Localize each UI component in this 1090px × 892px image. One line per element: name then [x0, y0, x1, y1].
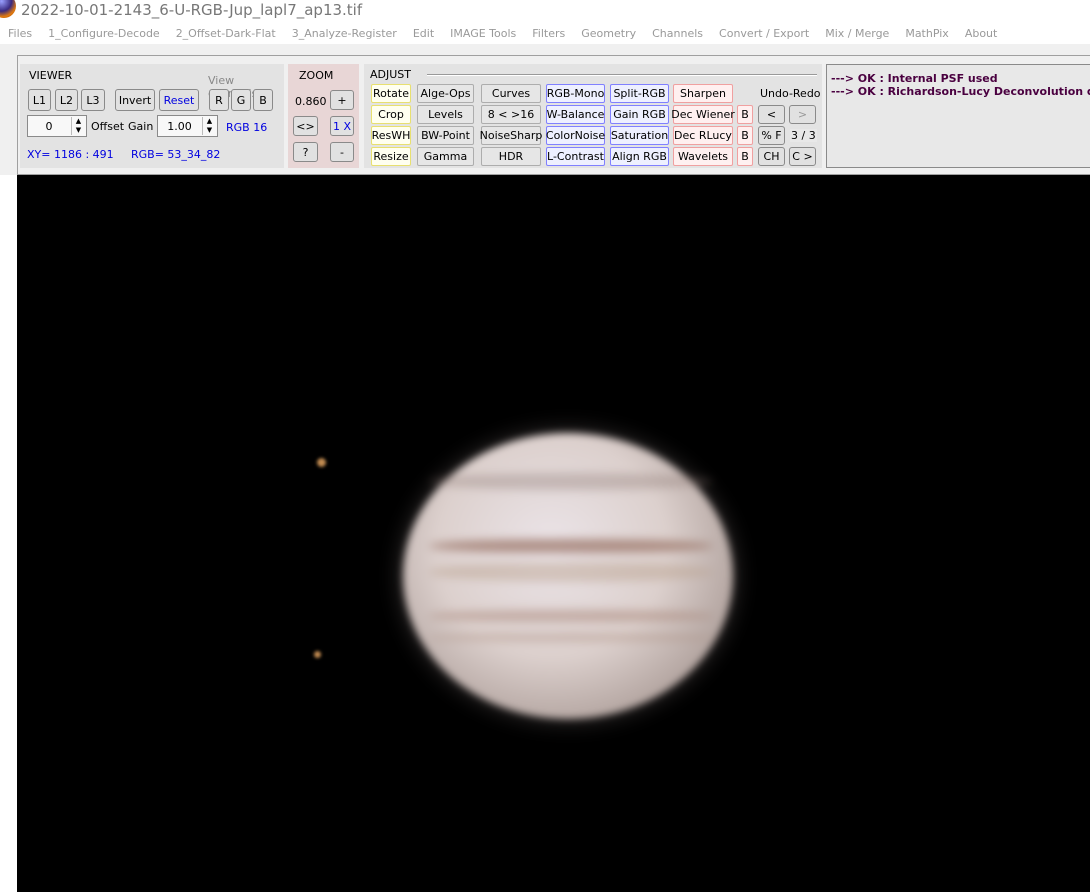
- menu-image-tools[interactable]: IMAGE Tools: [450, 24, 524, 44]
- zoom-group: ZOOM 0.860 + <> 1 X ? -: [288, 64, 359, 168]
- gamma-button[interactable]: Gamma: [417, 147, 474, 166]
- menu-about[interactable]: About: [965, 24, 1006, 44]
- rgb-mono-button[interactable]: RGB-Mono: [546, 84, 605, 103]
- layer-l1-button[interactable]: L1: [28, 89, 51, 111]
- bw-point-button[interactable]: BW-Point: [417, 126, 474, 145]
- adjust-group: ADJUST Undo-Redo 3 / 3 Rotate Alge-Ops Cur…: [364, 64, 822, 168]
- channel-g-button[interactable]: G: [231, 89, 251, 111]
- menu-channels[interactable]: Channels: [652, 24, 711, 44]
- menu-mix-merge[interactable]: Mix / Merge: [825, 24, 897, 44]
- channel-r-button[interactable]: R: [209, 89, 229, 111]
- log-line: ---> OK : Richardson-Lucy Deconvolution …: [831, 85, 1090, 98]
- sharpen-button[interactable]: Sharpen: [673, 84, 733, 103]
- zoom-out-button[interactable]: -: [330, 142, 354, 162]
- bit-depth-label: RGB 16: [226, 121, 268, 134]
- undo-redo-button[interactable]: >: [789, 105, 816, 124]
- curves-button[interactable]: Curves: [481, 84, 541, 103]
- l-contrast-button[interactable]: L-Contrast: [546, 147, 605, 166]
- message-log: ---> OK : Internal PSF used ---> OK : Ri…: [826, 64, 1090, 168]
- wavelets-button[interactable]: Wavelets: [673, 147, 733, 166]
- spinner-arrows-icon[interactable]: ▲ ▼: [202, 117, 216, 135]
- zoom-fit-button[interactable]: <>: [293, 116, 318, 136]
- ch-button[interactable]: CH: [758, 147, 785, 166]
- w-balance-button[interactable]: W-Balance: [546, 105, 605, 124]
- alge-ops-button[interactable]: Alge-Ops: [417, 84, 474, 103]
- viewer-label: VIEWER: [29, 69, 73, 82]
- invert-button[interactable]: Invert: [115, 89, 155, 111]
- zoom-in-button[interactable]: +: [330, 90, 354, 110]
- layer-l2-button[interactable]: L2: [55, 89, 78, 111]
- b-button[interactable]: B: [737, 126, 753, 145]
- reswh-button[interactable]: ResWH: [371, 126, 411, 145]
- dec-wiener-button[interactable]: Dec Wiener: [671, 105, 735, 124]
- b-button[interactable]: B: [737, 147, 753, 166]
- undo-redo-button[interactable]: <: [758, 105, 785, 124]
- c-button[interactable]: C >: [789, 147, 816, 166]
- jupiter-image: [403, 433, 733, 719]
- 8-16-button[interactable]: 8 < >16: [481, 105, 541, 124]
- menu-filters[interactable]: Filters: [532, 24, 573, 44]
- menu-3-analyze-register[interactable]: 3_Analyze-Register: [292, 24, 405, 44]
- title-bar: 2022-10-01-2143_6-U-RGB-Jup_lapl7_ap13.t…: [0, 0, 1090, 22]
- gain-spinner[interactable]: 1.00 ▲ ▼: [157, 115, 218, 137]
- moon-image: [314, 651, 321, 658]
- log-line: ---> OK : Internal PSF used: [831, 72, 998, 85]
- layer-l3-button[interactable]: L3: [81, 89, 105, 111]
- f-button[interactable]: % F: [758, 126, 785, 145]
- b-button[interactable]: B: [737, 105, 753, 124]
- split-rgb-button[interactable]: Split-RGB: [610, 84, 669, 103]
- menu-bar: Files 1_Configure-Decode 2_Offset-Dark-Fla…: [0, 24, 1090, 44]
- spinner-arrows-icon[interactable]: ▲ ▼: [71, 117, 85, 135]
- resize-button[interactable]: Resize: [371, 147, 411, 166]
- image-canvas[interactable]: [17, 175, 1090, 892]
- offset-label: Offset: [91, 120, 125, 133]
- menu-edit[interactable]: Edit: [413, 24, 442, 44]
- channel-b-button[interactable]: B: [253, 89, 273, 111]
- menu-files[interactable]: Files: [8, 24, 40, 44]
- offset-spinner[interactable]: 0 ▲ ▼: [27, 115, 87, 137]
- gain-value[interactable]: 1.00: [158, 120, 201, 133]
- window-title: 2022-10-01-2143_6-U-RGB-Jup_lapl7_ap13.t…: [21, 1, 363, 19]
- offset-value[interactable]: 0: [28, 120, 70, 133]
- menu-geometry[interactable]: Geometry: [581, 24, 644, 44]
- hdr-button[interactable]: HDR: [481, 147, 541, 166]
- adjust-divider: [427, 74, 817, 76]
- menu-1-configure-decode[interactable]: 1_Configure-Decode: [48, 24, 168, 44]
- zoom-1x-button[interactable]: 1 X: [330, 116, 354, 136]
- zoom-help-button[interactable]: ?: [293, 142, 318, 162]
- menu-convert-export[interactable]: Convert / Export: [719, 24, 817, 44]
- undo-redo-label: Undo-Redo: [760, 87, 821, 100]
- moon-image: [317, 458, 326, 467]
- rotate-button[interactable]: Rotate: [371, 84, 411, 103]
- noisesharp-button[interactable]: NoiseSharp: [480, 126, 542, 145]
- dec-rlucy-button[interactable]: Dec RLucy: [673, 126, 733, 145]
- align-rgb-button[interactable]: Align RGB: [610, 147, 669, 166]
- app-logo-icon: [0, 0, 16, 18]
- adjust-label: ADJUST: [370, 68, 411, 81]
- zoom-label: ZOOM: [299, 69, 334, 82]
- zoom-value: 0.860: [295, 95, 327, 108]
- pixel-rgb-readout: RGB= 53_34_82: [131, 148, 221, 161]
- cursor-xy-readout: XY= 1186 : 491: [27, 148, 114, 161]
- saturation-button[interactable]: Saturation: [610, 126, 669, 145]
- reset-button[interactable]: Reset: [159, 89, 199, 111]
- crop-button[interactable]: Crop: [371, 105, 411, 124]
- menu-mathpix[interactable]: MathPix: [905, 24, 956, 44]
- viewer-group: VIEWER View channels L1 L2 L3 Invert Res…: [20, 64, 284, 168]
- menu-2-offset-dark-flat[interactable]: 2_Offset-Dark-Flat: [176, 24, 284, 44]
- levels-button[interactable]: Levels: [417, 105, 474, 124]
- colornoise-button[interactable]: ColorNoise: [546, 126, 605, 145]
- gain-label: Gain: [128, 120, 154, 133]
- undo-count: 3 / 3: [790, 129, 817, 142]
- gain-rgb-button[interactable]: Gain RGB: [610, 105, 669, 124]
